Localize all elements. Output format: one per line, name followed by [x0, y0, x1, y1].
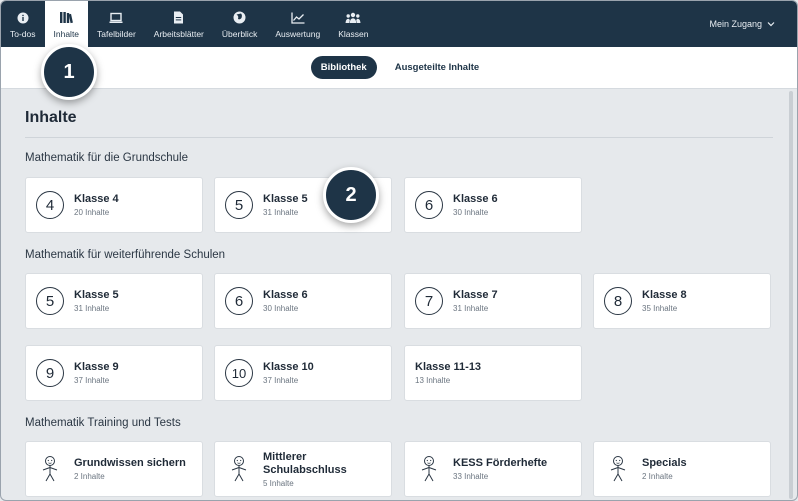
- stick-figure-icon: [415, 454, 443, 484]
- sub-navigation: Bibliothek Ausgeteilte Inhalte: [1, 47, 797, 89]
- training-card-kess-foerderhefte[interactable]: KESS Förderhefte 33 Inhalte: [404, 441, 582, 497]
- class-card-weiterfuehrend-10[interactable]: 10 Klasse 10 37 Inhalte: [214, 345, 392, 401]
- laptop-icon: [108, 10, 124, 26]
- grade-badge: 10: [225, 359, 253, 387]
- card-count: 30 Inhalte: [453, 208, 489, 217]
- account-menu[interactable]: Mein Zugang: [709, 1, 797, 47]
- card-count: 30 Inhalte: [263, 304, 299, 313]
- tab-bibliothek[interactable]: Bibliothek: [310, 56, 377, 79]
- chart-icon: [290, 10, 306, 26]
- card-count: 5 Inhalte: [263, 478, 294, 488]
- account-label: Mein Zugang: [709, 19, 762, 29]
- callout-marker-1: 1: [41, 44, 97, 100]
- card-count: 13 Inhalte: [415, 376, 451, 385]
- class-card-weiterfuehrend-6[interactable]: 6 Klasse 6 30 Inhalte: [214, 273, 392, 329]
- class-card-weiterfuehrend-5[interactable]: 5 Klasse 5 31 Inhalte: [25, 273, 203, 329]
- grade-badge: 9: [36, 359, 64, 387]
- nav-item-arbeitsblaetter[interactable]: Arbeitsblätter: [145, 1, 213, 47]
- card-count: 33 Inhalte: [453, 472, 489, 481]
- app-frame: To-dos Inhalte Tafelbilder Arbeitsblätte…: [0, 0, 798, 501]
- card-title: Mittlerer Schulabschluss: [263, 450, 347, 476]
- card-count: 31 Inhalte: [74, 304, 110, 313]
- class-card-grundschule-6[interactable]: 6 Klasse 6 30 Inhalte: [404, 177, 582, 233]
- group-icon: [345, 10, 361, 26]
- stick-figure-icon: [36, 454, 64, 484]
- nav-item-todos[interactable]: To-dos: [1, 1, 45, 47]
- grade-badge: 7: [415, 287, 443, 315]
- nav-label: Überblick: [221, 28, 258, 39]
- info-icon: [15, 10, 31, 26]
- grade-badge: 4: [36, 191, 64, 219]
- nav-label: Klassen: [338, 28, 369, 39]
- section-title-training: Mathematik Training und Tests: [25, 417, 181, 429]
- library-icon: [58, 10, 74, 26]
- nav-item-ueberblick[interactable]: Überblick: [213, 1, 266, 47]
- title-divider: [25, 137, 773, 138]
- nav-item-tafelbilder[interactable]: Tafelbilder: [88, 1, 145, 47]
- top-navigation: To-dos Inhalte Tafelbilder Arbeitsblätte…: [1, 1, 797, 47]
- card-title: Klasse 7: [453, 289, 498, 301]
- card-count: 20 Inhalte: [74, 208, 110, 217]
- section-title-weiterfuehrende: Mathematik für weiterführende Schulen: [25, 249, 226, 261]
- card-title: Klasse 4: [74, 193, 119, 205]
- card-title: Klasse 5: [74, 289, 119, 301]
- nav-label: Auswertung: [275, 28, 321, 39]
- card-title: Klasse 9: [74, 361, 119, 373]
- card-count: 2 Inhalte: [74, 472, 105, 481]
- card-title: Specials: [642, 457, 687, 469]
- vertical-scrollbar[interactable]: [789, 91, 793, 499]
- class-card-weiterfuehrend-8[interactable]: 8 Klasse 8 35 Inhalte: [593, 273, 771, 329]
- section-title-grundschule: Mathematik für die Grundschule: [25, 152, 188, 164]
- grade-badge: 6: [225, 287, 253, 315]
- tab-ausgeteilte-inhalte[interactable]: Ausgeteilte Inhalte: [385, 56, 489, 79]
- card-title: KESS Förderhefte: [453, 457, 548, 469]
- class-card-weiterfuehrend-9[interactable]: 9 Klasse 9 37 Inhalte: [25, 345, 203, 401]
- card-count: 37 Inhalte: [263, 376, 299, 385]
- training-card-grundwissen[interactable]: Grundwissen sichern 2 Inhalte: [25, 441, 203, 497]
- callout-marker-2: 2: [323, 167, 379, 223]
- card-title: Klasse 8: [642, 289, 687, 301]
- class-card-weiterfuehrend-11-13[interactable]: Klasse 11-13 13 Inhalte: [404, 345, 582, 401]
- training-card-mittlerer-schulabschluss[interactable]: Mittlerer Schulabschluss 5 Inhalte: [214, 441, 392, 497]
- class-card-weiterfuehrend-7[interactable]: 7 Klasse 7 31 Inhalte: [404, 273, 582, 329]
- card-count: 35 Inhalte: [642, 304, 678, 313]
- card-count: 31 Inhalte: [263, 208, 299, 217]
- document-icon: [171, 10, 187, 26]
- card-count: 31 Inhalte: [453, 304, 489, 313]
- grade-badge: 5: [225, 191, 253, 219]
- grade-badge: 6: [415, 191, 443, 219]
- nav-label: Tafelbilder: [97, 28, 136, 39]
- card-title: Grundwissen sichern: [74, 457, 186, 469]
- globe-icon: [232, 10, 248, 26]
- nav-item-inhalte[interactable]: Inhalte: [44, 1, 89, 47]
- nav-label: Inhalte: [53, 28, 80, 39]
- card-count: 2 Inhalte: [642, 472, 673, 481]
- card-title: Klasse 5: [263, 193, 308, 205]
- page-title: Inhalte: [25, 109, 77, 126]
- nav-item-auswertung[interactable]: Auswertung: [266, 1, 329, 47]
- training-card-specials[interactable]: Specials 2 Inhalte: [593, 441, 771, 497]
- nav-item-klassen[interactable]: Klassen: [329, 1, 377, 47]
- card-title: Klasse 6: [263, 289, 308, 301]
- card-count: 37 Inhalte: [74, 376, 110, 385]
- chevron-down-icon: [767, 19, 775, 29]
- nav-label: To-dos: [10, 28, 36, 39]
- grade-badge: 5: [36, 287, 64, 315]
- stick-figure-icon: [604, 454, 632, 484]
- nav-label: Arbeitsblätter: [153, 28, 204, 39]
- grade-badge: 8: [604, 287, 632, 315]
- stick-figure-icon: [225, 454, 253, 484]
- card-title: Klasse 10: [263, 361, 314, 373]
- card-title: Klasse 6: [453, 193, 498, 205]
- class-card-grundschule-4[interactable]: 4 Klasse 4 20 Inhalte: [25, 177, 203, 233]
- main-content: Inhalte Mathematik für die Grundschule 4…: [11, 89, 785, 500]
- card-title: Klasse 11-13: [415, 361, 482, 373]
